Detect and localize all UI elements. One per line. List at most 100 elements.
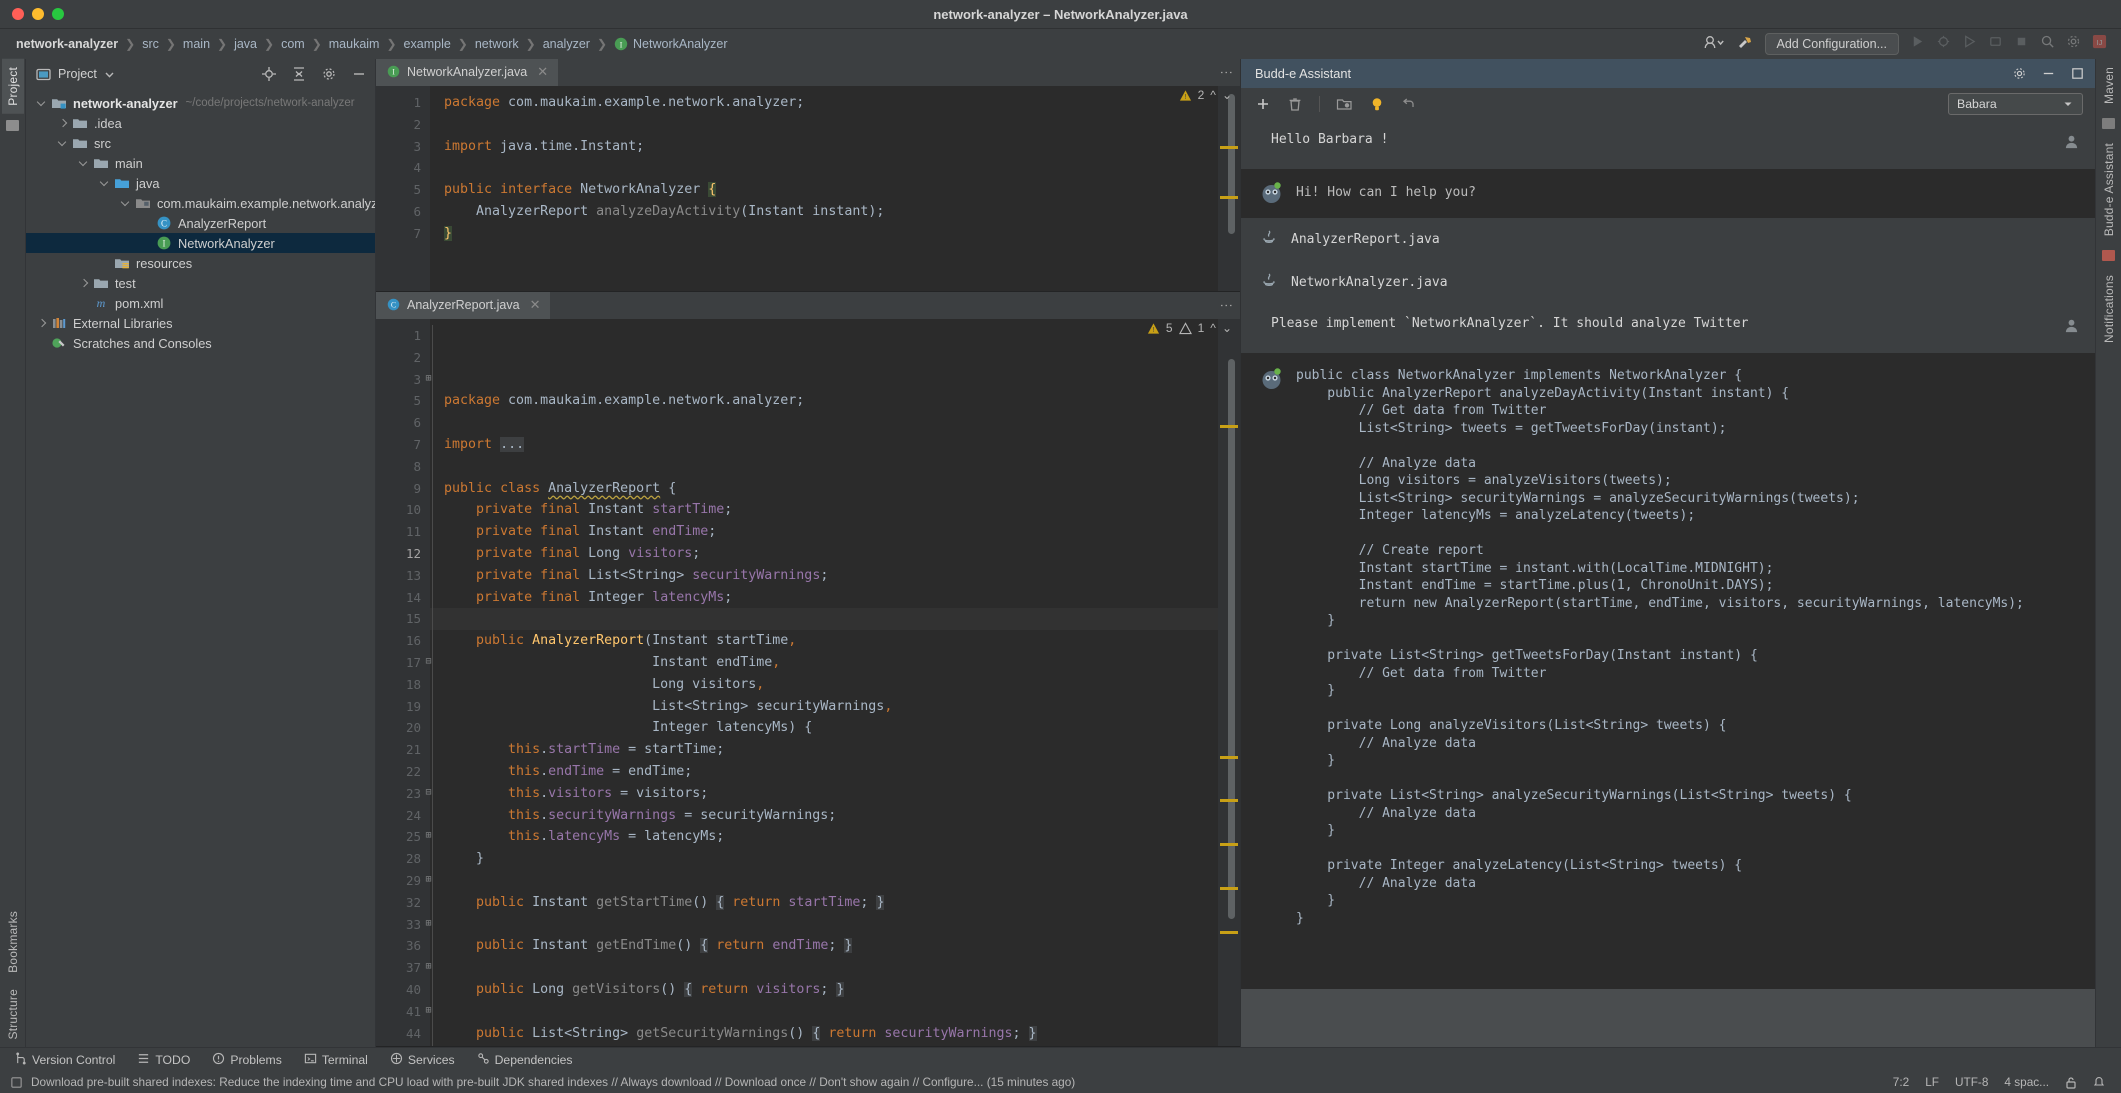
tree-item-main[interactable]: main <box>26 153 375 173</box>
tree-item-networkanalyzer[interactable]: I NetworkAnalyzer <box>26 233 375 253</box>
file-encoding[interactable]: UTF-8 <box>1955 1075 1988 1089</box>
hide-panel-icon[interactable] <box>351 66 367 82</box>
bottom-tab-services[interactable]: Services <box>390 1052 455 1068</box>
tree-item-idea[interactable]: .idea <box>26 113 375 133</box>
tree-item-pom-xml[interactable]: m pom.xml <box>26 293 375 313</box>
tree-item-external-libraries[interactable]: External Libraries <box>26 313 375 333</box>
more-options-icon[interactable]: ⋮ <box>1219 299 1234 313</box>
maximize-window-button[interactable] <box>52 8 64 20</box>
assistant-chat-list[interactable]: Hello Barbara ! Hi! How can I help you? … <box>1241 120 2095 989</box>
warning-stripe[interactable] <box>1220 887 1238 890</box>
tab-network-analyzer-java[interactable]: I NetworkAnalyzer.java ✕ <box>376 59 559 86</box>
breadcrumb-item-example[interactable]: example <box>402 37 453 51</box>
lightbulb-icon[interactable] <box>1369 96 1385 113</box>
code-line[interactable]: List<String> securityWarnings, <box>444 696 1240 718</box>
breadcrumb-item-analyzer[interactable]: analyzer <box>541 37 592 51</box>
breadcrumb-item-maukaim[interactable]: maukaim <box>327 37 382 51</box>
code-line[interactable]: public class AnalyzerReport { <box>444 478 1240 500</box>
code-line[interactable]: private final Long visitors; <box>444 543 1240 565</box>
close-window-button[interactable] <box>12 8 24 20</box>
attach-file-icon[interactable] <box>1336 96 1353 112</box>
bottom-tab-terminal[interactable]: Terminal <box>304 1052 368 1068</box>
code-line[interactable]: Integer latencyMs) { <box>444 717 1240 739</box>
build-hammer-icon[interactable] <box>1736 34 1754 55</box>
inspection-widget-top[interactable]: ! 2 ^ ⌄ <box>1179 88 1240 102</box>
notifications-icon[interactable] <box>2093 1076 2105 1089</box>
chevron-right-icon[interactable] <box>36 317 49 330</box>
next-problem-icon[interactable]: ⌄ <box>1222 88 1232 102</box>
chevron-down-icon[interactable] <box>99 177 112 190</box>
chevron-down-icon[interactable] <box>104 69 115 80</box>
code-line[interactable]: this.startTime = startTime; <box>444 739 1240 761</box>
window-controls[interactable] <box>0 8 64 20</box>
delete-icon[interactable] <box>1287 96 1303 112</box>
chevron-right-icon[interactable] <box>78 277 91 290</box>
tree-item-network-analyzer[interactable]: network-analyzer ~/code/projects/network-… <box>26 93 375 113</box>
code-line[interactable]: private final List<String> securityWarni… <box>444 565 1240 587</box>
code-line[interactable] <box>444 114 1240 136</box>
code-line[interactable]: this.visitors = visitors; <box>444 783 1240 805</box>
code-line[interactable]: AnalyzerReport analyzeDayActivity(Instan… <box>444 201 1240 223</box>
add-configuration-button[interactable]: Add Configuration... <box>1764 33 1899 55</box>
warning-stripe[interactable] <box>1220 146 1238 149</box>
breadcrumb-item-current-file[interactable]: I NetworkAnalyzer <box>612 37 729 51</box>
code-line[interactable] <box>444 412 1240 434</box>
code-line[interactable]: Long visitors, <box>444 674 1240 696</box>
collapse-all-icon[interactable] <box>291 66 307 82</box>
code-line[interactable]: this.securityWarnings = securityWarnings… <box>444 805 1240 827</box>
breadcrumb-item-main[interactable]: main <box>181 37 212 51</box>
chat-code-block[interactable]: public class NetworkAnalyzer implements … <box>1296 367 2073 927</box>
code-line[interactable]: public Instant getStartTime() { return s… <box>444 892 1240 914</box>
maximize-panel-icon[interactable] <box>2070 66 2085 81</box>
close-icon[interactable]: ✕ <box>530 297 541 313</box>
editor-scrollbar-top[interactable] <box>1228 94 1235 234</box>
settings-gear-icon[interactable] <box>2012 66 2027 81</box>
code-line[interactable]: package com.maukaim.example.network.anal… <box>444 92 1240 114</box>
code-line[interactable] <box>444 1001 1240 1023</box>
inspection-gutter-top[interactable] <box>1218 86 1240 291</box>
breadcrumb-item-src[interactable]: src <box>140 37 161 51</box>
sidebar-item-budd-e-assistant[interactable]: Budd-e Assistant <box>2098 135 2120 244</box>
warning-stripe[interactable] <box>1220 196 1238 199</box>
warning-stripe[interactable] <box>1220 425 1238 428</box>
assistant-input-area[interactable] <box>1241 989 2095 1047</box>
stop-icon[interactable] <box>2014 34 2029 54</box>
status-message[interactable]: Download pre-built shared indexes: Reduc… <box>31 1075 1075 1089</box>
tree-item-scratches-and-consoles[interactable]: Scratches and Consoles <box>26 333 375 353</box>
locate-file-icon[interactable] <box>261 66 277 82</box>
tree-item-test[interactable]: test <box>26 273 375 293</box>
sidebar-item-bookmarks[interactable]: Bookmarks <box>2 903 24 981</box>
code-line[interactable]: package com.maukaim.example.network.anal… <box>444 390 1240 412</box>
code-line[interactable] <box>444 456 1240 478</box>
code-line[interactable]: public Long getVisitors() { return visit… <box>444 979 1240 1001</box>
code-line[interactable] <box>444 957 1240 979</box>
code-line[interactable]: private final Instant endTime; <box>444 521 1240 543</box>
search-icon[interactable] <box>2040 34 2055 54</box>
code-line[interactable]: public Instant getEndTime() { return end… <box>444 935 1240 957</box>
bottom-tab-version-control[interactable]: Version Control <box>14 1051 115 1068</box>
code-line[interactable]: import ... <box>444 434 1240 456</box>
minimize-window-button[interactable] <box>32 8 44 20</box>
run-icon[interactable] <box>1910 34 1925 54</box>
indent-setting[interactable]: 4 spac... <box>2004 1075 2049 1089</box>
code-line[interactable] <box>444 870 1240 892</box>
code-line[interactable] <box>444 914 1240 936</box>
code-content-top[interactable]: package com.maukaim.example.network.anal… <box>430 86 1240 291</box>
chat-attached-file[interactable]: AnalyzerReport.java <box>1241 218 2095 261</box>
caret-position[interactable]: 7:2 <box>1893 1075 1909 1089</box>
inspection-gutter-bottom[interactable] <box>1218 319 1240 1046</box>
chevron-down-icon[interactable] <box>78 157 91 170</box>
code-line[interactable]: Instant endTime, <box>444 652 1240 674</box>
more-options-icon[interactable]: ⋮ <box>1219 66 1234 80</box>
code-line[interactable] <box>444 157 1240 179</box>
unlocked-icon[interactable] <box>2065 1076 2077 1089</box>
sidebar-item-maven[interactable]: Maven <box>2098 59 2120 112</box>
chevron-down-icon[interactable] <box>57 137 70 150</box>
code-line[interactable]: private final Integer latencyMs; <box>444 587 1240 609</box>
code-line[interactable] <box>444 1044 1240 1046</box>
tree-item-src[interactable]: src <box>26 133 375 153</box>
commit-icon[interactable] <box>6 119 19 131</box>
code-area-bottom[interactable]: 1 2 3 ⊞ 5 6 7 8 9 10 11 12 13 14 15 16 17 ⊟ 18 19 20 21 22 23 ⊟ 2… <box>376 319 1240 1046</box>
line-separator[interactable]: LF <box>1925 1075 1939 1089</box>
next-problem-icon[interactable]: ⌄ <box>1222 321 1232 335</box>
